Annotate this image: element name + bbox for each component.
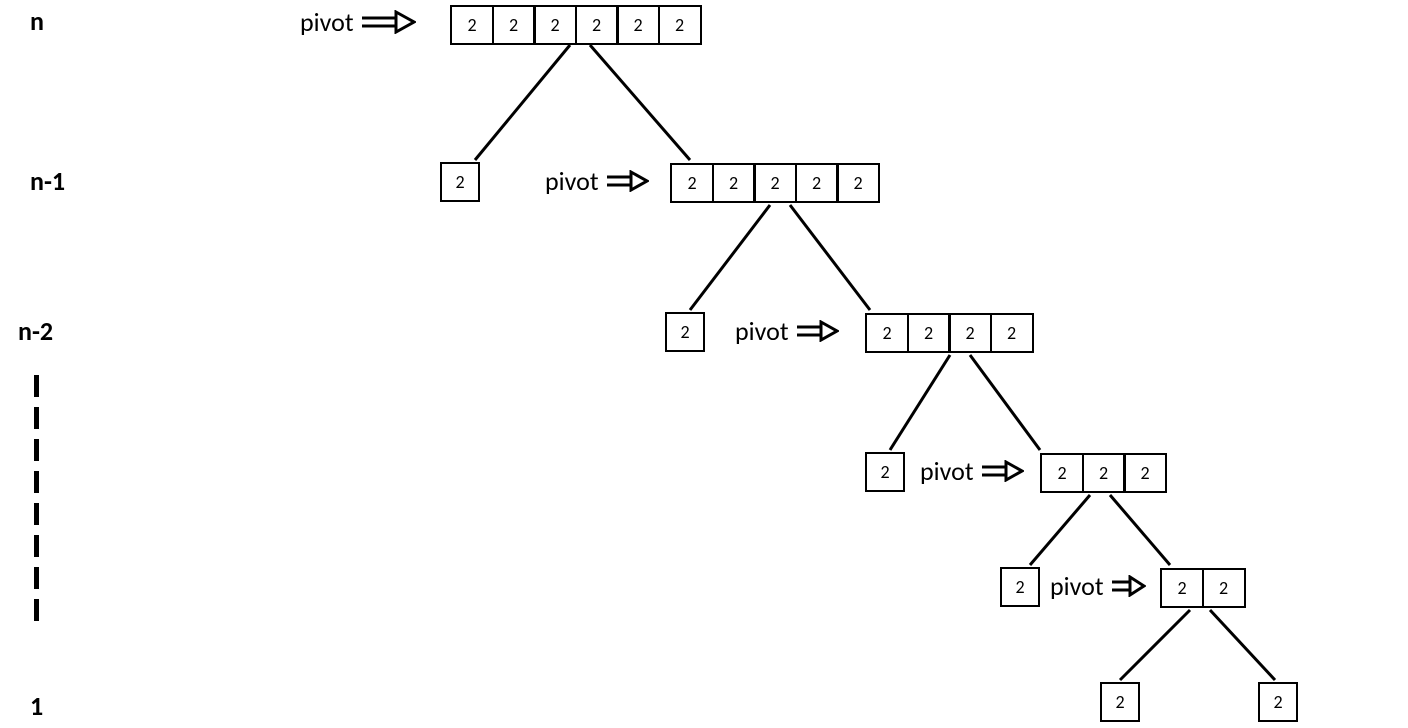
leaf-left: 2 bbox=[1100, 682, 1140, 722]
pivot-text: pivot bbox=[735, 315, 789, 347]
level-label-1: 1 bbox=[30, 690, 43, 722]
array-cell: 2 bbox=[1040, 453, 1084, 493]
array-cell: 2 bbox=[1123, 453, 1167, 493]
array-cell: 2 bbox=[836, 163, 880, 203]
pivot-text: pivot bbox=[920, 455, 974, 487]
level-label-n: n bbox=[30, 5, 44, 37]
array-cell: 2 bbox=[865, 313, 909, 353]
array-level-2: 2 2 2 2 bbox=[865, 313, 1034, 353]
level-label-n-2: n-2 bbox=[18, 315, 53, 347]
array-cell: 2 bbox=[533, 5, 577, 45]
arrow-right-icon bbox=[795, 320, 839, 342]
array-cell: 2 bbox=[575, 5, 619, 45]
array-cell: 2 bbox=[1160, 568, 1204, 608]
pivot-text: pivot bbox=[1050, 570, 1104, 602]
pivot-label-1: pivot bbox=[545, 165, 649, 197]
tree-connectors bbox=[0, 0, 1408, 728]
arrow-right-icon bbox=[980, 460, 1024, 482]
array-level-4: 2 2 bbox=[1160, 568, 1246, 608]
single-cell-level-3: 2 bbox=[865, 452, 905, 492]
single-cell-level-1: 2 bbox=[440, 162, 480, 202]
array-cell: 2 bbox=[1082, 453, 1126, 493]
array-cell: 2 bbox=[616, 5, 660, 45]
array-level-3: 2 2 2 bbox=[1040, 453, 1167, 493]
pivot-label-3: pivot bbox=[920, 455, 1024, 487]
array-level-1: 2 2 2 2 2 bbox=[670, 163, 880, 203]
arrow-right-icon bbox=[360, 10, 416, 34]
array-cell: 2 bbox=[712, 163, 756, 203]
array-cell: 2 bbox=[658, 5, 702, 45]
pivot-label-0: pivot bbox=[300, 6, 416, 38]
level-label-n-1: n-1 bbox=[30, 165, 65, 197]
pivot-text: pivot bbox=[300, 6, 354, 38]
array-cell: 2 bbox=[492, 5, 536, 45]
leaf-right: 2 bbox=[1258, 682, 1298, 722]
continuation-dashes bbox=[34, 375, 40, 645]
array-cell: 2 bbox=[990, 313, 1034, 353]
single-cell-level-2: 2 bbox=[665, 312, 705, 352]
array-cell: 2 bbox=[948, 313, 992, 353]
array-cell: 2 bbox=[670, 163, 714, 203]
array-cell: 2 bbox=[450, 5, 494, 45]
array-cell: 2 bbox=[907, 313, 951, 353]
array-cell: 2 bbox=[1202, 568, 1246, 608]
single-cell-level-4: 2 bbox=[1000, 567, 1040, 607]
array-cell: 2 bbox=[795, 163, 839, 203]
arrow-right-icon bbox=[605, 170, 649, 192]
pivot-label-2: pivot bbox=[735, 315, 839, 347]
array-level-0: 2 2 2 2 2 2 bbox=[450, 5, 702, 45]
pivot-label-4: pivot bbox=[1050, 570, 1146, 602]
array-cell: 2 bbox=[753, 163, 797, 203]
arrow-right-icon bbox=[1110, 575, 1146, 597]
pivot-text: pivot bbox=[545, 165, 599, 197]
